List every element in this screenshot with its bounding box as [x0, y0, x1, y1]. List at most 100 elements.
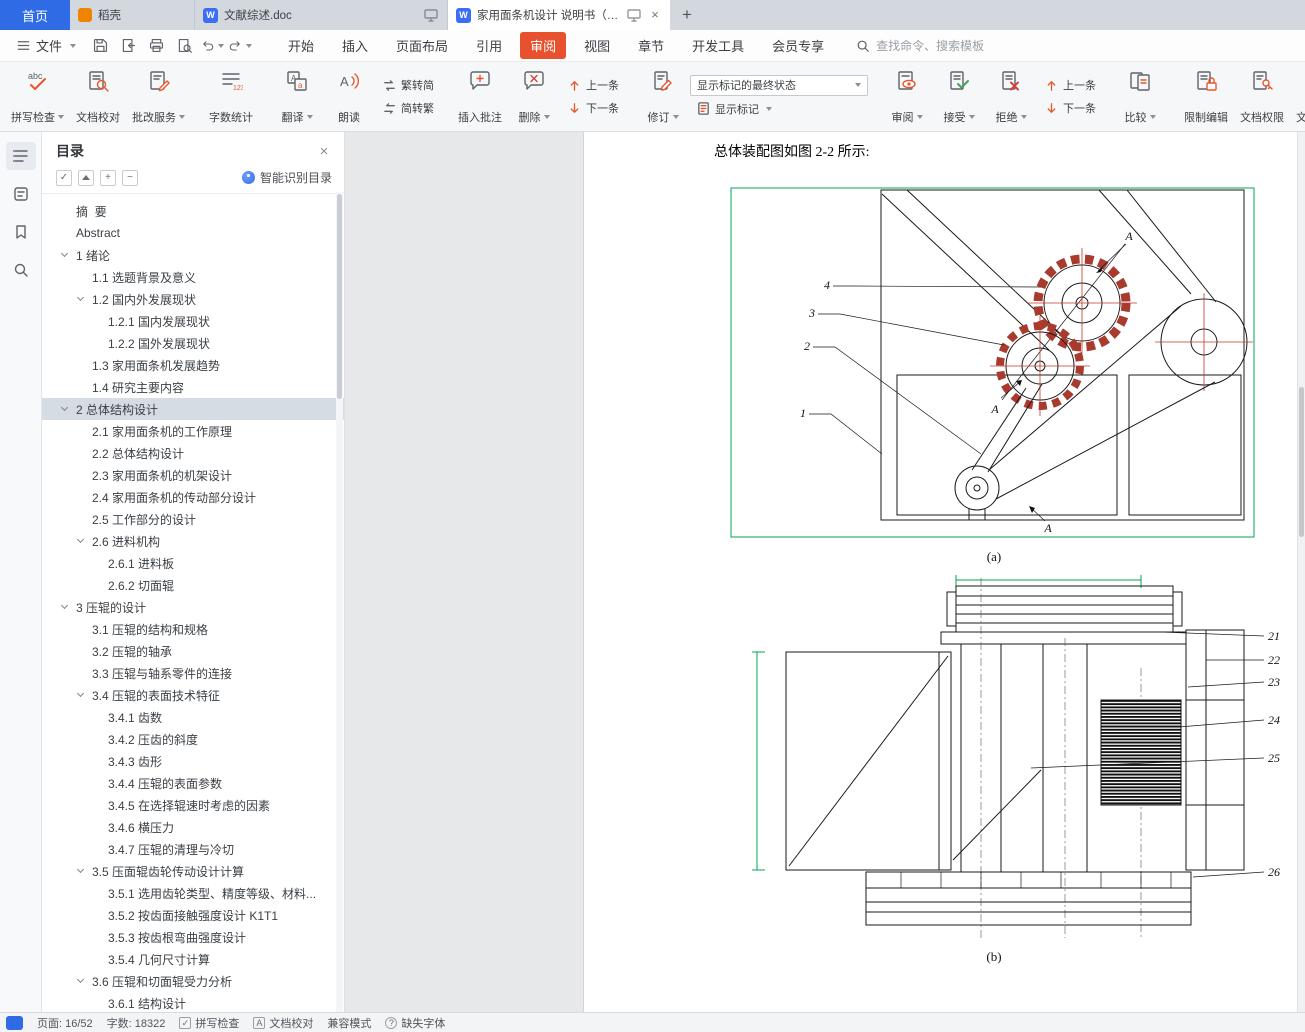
tab-document-active[interactable]: W 家用面条机设计 说明书（论文） ×: [448, 0, 670, 30]
ribbon-tab[interactable]: 章节: [628, 32, 674, 59]
toc-item[interactable]: 3.5.2 按齿面接触强度设计 K1T1: [42, 904, 344, 926]
collapse-arrow-icon[interactable]: [76, 689, 85, 698]
proofread-status[interactable]: A 文档校对: [253, 1015, 313, 1031]
ribbon-tab[interactable]: 插入: [332, 32, 378, 59]
collapse-arrow-icon[interactable]: [60, 249, 69, 258]
toc-item[interactable]: 3.4.4 压辊的表面参数: [42, 772, 344, 794]
collapse-arrow-icon[interactable]: [76, 975, 85, 984]
missing-font-indicator[interactable]: ? 缺失字体: [385, 1015, 445, 1031]
accept-change-button[interactable]: 接受: [934, 65, 984, 128]
next-change-button[interactable]: 下一条: [1038, 98, 1101, 118]
proofread-button[interactable]: 文档校对: [71, 65, 125, 128]
toc-item[interactable]: 3.4.6 横压力: [42, 816, 344, 838]
toc-item[interactable]: 1.2 国内外发展现状: [42, 288, 344, 310]
wps-assistant-icon[interactable]: [6, 1015, 23, 1030]
toc-item[interactable]: 1 绪论: [42, 244, 344, 266]
smart-recognize-button[interactable]: 智能识别目录: [241, 169, 332, 186]
tab-document-1[interactable]: W 文献综述.doc: [195, 0, 448, 30]
previous-comment-button[interactable]: 上一条: [561, 75, 624, 95]
toc-item[interactable]: 2.4 家用面条机的传动部分设计: [42, 486, 344, 508]
toc-item[interactable]: 3.4.3 齿形: [42, 750, 344, 772]
toc-item[interactable]: 1.2.2 国外发展现状: [42, 332, 344, 354]
toc-item[interactable]: 3.6.1 结构设计: [42, 992, 344, 1012]
word-count-button[interactable]: 123 字数统计: [204, 65, 258, 128]
toc-item[interactable]: 3.4.1 齿数: [42, 706, 344, 728]
toc-item[interactable]: Abstract: [42, 222, 344, 244]
redo-button[interactable]: [228, 35, 253, 57]
toc-item[interactable]: 3.5 压面辊齿轮传动设计计算: [42, 860, 344, 882]
show-markup-button[interactable]: 显示标记: [690, 99, 868, 119]
toc-collapse-button[interactable]: −: [122, 169, 138, 186]
toc-item[interactable]: 1.1 选题背景及意义: [42, 266, 344, 288]
toc-item[interactable]: 3 压辊的设计: [42, 596, 344, 618]
review-button[interactable]: 审阅: [882, 65, 932, 128]
detach-window-icon[interactable]: [626, 7, 642, 23]
ribbon-tab[interactable]: 审阅: [520, 32, 567, 59]
print-preview-button[interactable]: [172, 35, 196, 57]
simp-to-trad-button[interactable]: 简转繁: [376, 98, 439, 118]
export-pdf-button[interactable]: [116, 35, 140, 57]
compat-mode-indicator[interactable]: 兼容模式: [327, 1015, 371, 1031]
home-tab[interactable]: 首页: [0, 0, 70, 30]
toc-item[interactable]: 3.2 压辊的轴承: [42, 640, 344, 662]
toc-item[interactable]: 1.4 研究主要内容: [42, 376, 344, 398]
correction-service-button[interactable]: 批改服务: [127, 65, 190, 128]
translate-button[interactable]: Aa 翻译: [272, 65, 322, 128]
scrollbar-thumb[interactable]: [337, 194, 342, 399]
next-comment-button[interactable]: 下一条: [561, 98, 624, 118]
toc-item[interactable]: 3.5.1 选用齿轮类型、精度等级、材料...: [42, 882, 344, 904]
read-aloud-button[interactable]: A 朗读: [324, 65, 374, 128]
collapse-arrow-icon[interactable]: [60, 403, 69, 412]
toc-item[interactable]: 2.6.1 进料板: [42, 552, 344, 574]
document-permission-button[interactable]: 文档权限: [1235, 65, 1289, 128]
toc-item[interactable]: 1.3 家用面条机发展趋势: [42, 354, 344, 376]
detach-window-icon[interactable]: [423, 7, 439, 23]
toc-collapse-all-button[interactable]: [78, 169, 94, 186]
toc-item[interactable]: 3.4.2 压齿的斜度: [42, 728, 344, 750]
previous-change-button[interactable]: 上一条: [1038, 75, 1101, 95]
spellcheck-button[interactable]: abc 拼写检查: [6, 65, 69, 128]
collapse-arrow-icon[interactable]: [76, 865, 85, 874]
tab-docer[interactable]: 稻壳: [70, 0, 195, 30]
toc-item[interactable]: 2.5 工作部分的设计: [42, 508, 344, 530]
toc-item[interactable]: 3.4 压辊的表面技术特征: [42, 684, 344, 706]
document-page[interactable]: 总体装配图如图 2-2 所示: 4 3 2 1 A A A (a) 21 22 …: [583, 132, 1297, 1012]
delete-comment-button[interactable]: 删除: [509, 65, 559, 128]
scrollbar-thumb[interactable]: [1299, 387, 1304, 537]
toc-item[interactable]: 3.6 压辊和切面辊受力分析: [42, 970, 344, 992]
document-certify-button[interactable]: 文档认证: [1291, 65, 1305, 128]
page-indicator[interactable]: 页面: 16/52: [37, 1015, 93, 1031]
toc-item[interactable]: 3.3 压辊与轴系零件的连接: [42, 662, 344, 684]
toc-expand-button[interactable]: +: [100, 169, 116, 186]
figure-assembly-side-view[interactable]: 4 3 2 1 A A A (a): [729, 182, 1259, 572]
toc-item[interactable]: 2.6.2 切面辊: [42, 574, 344, 596]
toc-item[interactable]: 2 总体结构设计: [42, 398, 344, 420]
file-menu-button[interactable]: 文件: [8, 32, 84, 59]
collapse-arrow-icon[interactable]: [60, 601, 69, 610]
word-count-indicator[interactable]: 字数: 18322: [107, 1015, 166, 1031]
toc-scrollbar[interactable]: [336, 192, 343, 1012]
spellcheck-status[interactable]: ✓ 拼写检查: [179, 1015, 239, 1031]
search-panel-button[interactable]: [6, 256, 36, 284]
close-tab-icon[interactable]: ×: [648, 8, 662, 22]
bookmarks-panel-button[interactable]: [6, 218, 36, 246]
ribbon-tab[interactable]: 会员专享: [762, 32, 834, 59]
markup-state-select[interactable]: 显示标记的最终状态: [690, 74, 868, 96]
undo-button[interactable]: [200, 35, 225, 57]
toc-item[interactable]: 1.2.1 国内发展现状: [42, 310, 344, 332]
toc-item[interactable]: 2.6 进料机构: [42, 530, 344, 552]
command-search[interactable]: 查找命令、搜索模板: [856, 37, 984, 54]
save-button[interactable]: [88, 35, 112, 57]
collapse-arrow-icon[interactable]: [76, 293, 85, 302]
collapse-arrow-icon[interactable]: [76, 535, 85, 544]
toc-item[interactable]: 3.5.4 几何尺寸计算: [42, 948, 344, 970]
ribbon-tab[interactable]: 页面布局: [386, 32, 458, 59]
figure-assembly-front-view[interactable]: 21 22 23 24 25 26 (b): [751, 572, 1291, 967]
track-changes-button[interactable]: 修订: [638, 65, 688, 128]
ribbon-tab[interactable]: 开始: [278, 32, 324, 59]
restrict-editing-button[interactable]: 限制编辑: [1179, 65, 1233, 128]
ribbon-tab[interactable]: 开发工具: [682, 32, 754, 59]
toc-item[interactable]: 2.2 总体结构设计: [42, 442, 344, 464]
ribbon-tab[interactable]: 引用: [466, 32, 512, 59]
new-tab-button[interactable]: +: [670, 0, 704, 30]
